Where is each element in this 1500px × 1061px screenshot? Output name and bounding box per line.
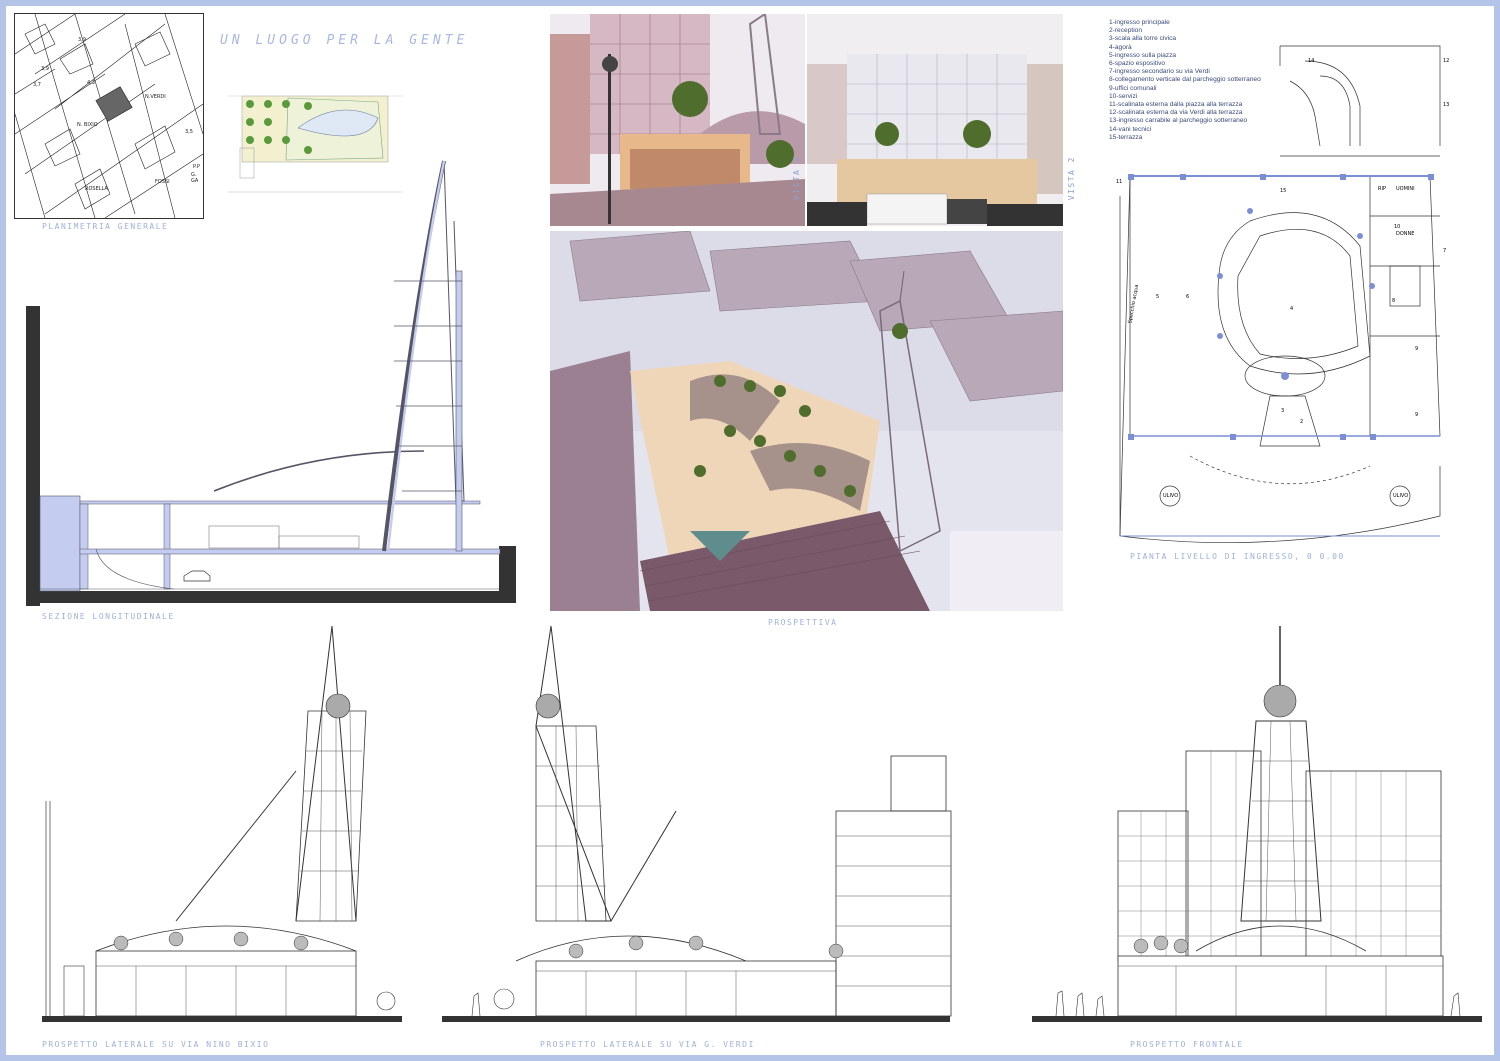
plan-label-8: 8 [1392, 298, 1396, 304]
floor-plan: RIP UOMINI DONNE Specchio acqua ULIVO UL… [1110, 36, 1450, 546]
plan-label-5: 5 [1156, 294, 1160, 300]
caption-section: SEZIONE LONGITUDINALE [42, 612, 175, 621]
plan-label-7: 7 [1443, 248, 1447, 254]
site-label: N.VERDI [145, 94, 166, 100]
plan-label-10: 10 [1394, 224, 1401, 230]
elevation-bixio-drawing [42, 625, 402, 1022]
section-drawing [26, 160, 516, 606]
board-title: UN LUOGO PER LA GENTE [220, 33, 469, 48]
elevation-via-g-verdi [436, 621, 956, 1036]
plan-label-9: 9 [1415, 346, 1419, 352]
longitudinal-section [24, 151, 524, 611]
plan-label-3: 3 [1281, 408, 1285, 414]
plan-label-15: 15 [1280, 188, 1287, 194]
floor-plan-drawing [1119, 45, 1441, 543]
front-elevation-drawing [1032, 626, 1482, 1022]
render-view-2 [807, 14, 1063, 226]
plan-label-9: 9 [1415, 412, 1419, 418]
plan-label-12: 12 [1443, 58, 1450, 64]
plan-label-donne: DONNE [1396, 231, 1415, 237]
caption-elevation-verdi: PROSPETTO LATERALE SU VIA G. VERDI [540, 1040, 755, 1049]
plan-label-ulivo: ULIVO [1393, 493, 1409, 499]
render-view-1 [550, 14, 805, 226]
view-1-image [550, 14, 805, 226]
presentation-board: 3,9 3,9 3,7 4,3 N.VERDI N. BIXIO 3,5 P.P… [6, 6, 1494, 1055]
site-label: 3,5 [185, 129, 193, 135]
plan-label-rip: RIP [1378, 186, 1386, 192]
plan-label-uomini: UOMINI [1396, 186, 1415, 192]
caption-view-2: VISTA 2 [1067, 156, 1076, 201]
front-elevation [1026, 621, 1486, 1036]
site-label: 3,9 [41, 66, 49, 72]
elevation-verdi-drawing [442, 625, 952, 1022]
caption-front-elevation: PROSPETTO FRONTALE [1130, 1040, 1244, 1049]
site-label: N. BIXIO [77, 122, 98, 128]
perspective-image [550, 231, 1063, 611]
plan-label-ulivo: ULIVO [1163, 493, 1179, 499]
site-label: 3,9 [78, 37, 86, 43]
plan-label-2: 2 [1300, 419, 1304, 425]
plan-label-4: 4 [1290, 306, 1294, 312]
legend-item: 1-ingresso principale [1109, 19, 1170, 26]
plan-label-11: 11 [1116, 179, 1123, 185]
plan-label-6: 6 [1186, 294, 1190, 300]
site-label: 3,7 [33, 82, 41, 88]
caption-view-1: VISTA 1 [792, 156, 801, 201]
site-label: 4,3 [87, 80, 95, 86]
legend-item: 2-reception [1109, 27, 1142, 35]
plan-label-14: 14 [1308, 58, 1315, 64]
perspective-render [550, 231, 1063, 611]
elevation-via-nino-bixio [36, 621, 406, 1036]
caption-elevation-bixio: PROSPETTO LATERALE SU VIA NINO BIXIO [42, 1040, 270, 1049]
caption-floor-plan: PIANTA LIVELLO DI INGRESSO, 0 0.00 [1130, 552, 1345, 561]
view-2-image [807, 14, 1063, 226]
plan-label-13: 13 [1443, 102, 1450, 108]
